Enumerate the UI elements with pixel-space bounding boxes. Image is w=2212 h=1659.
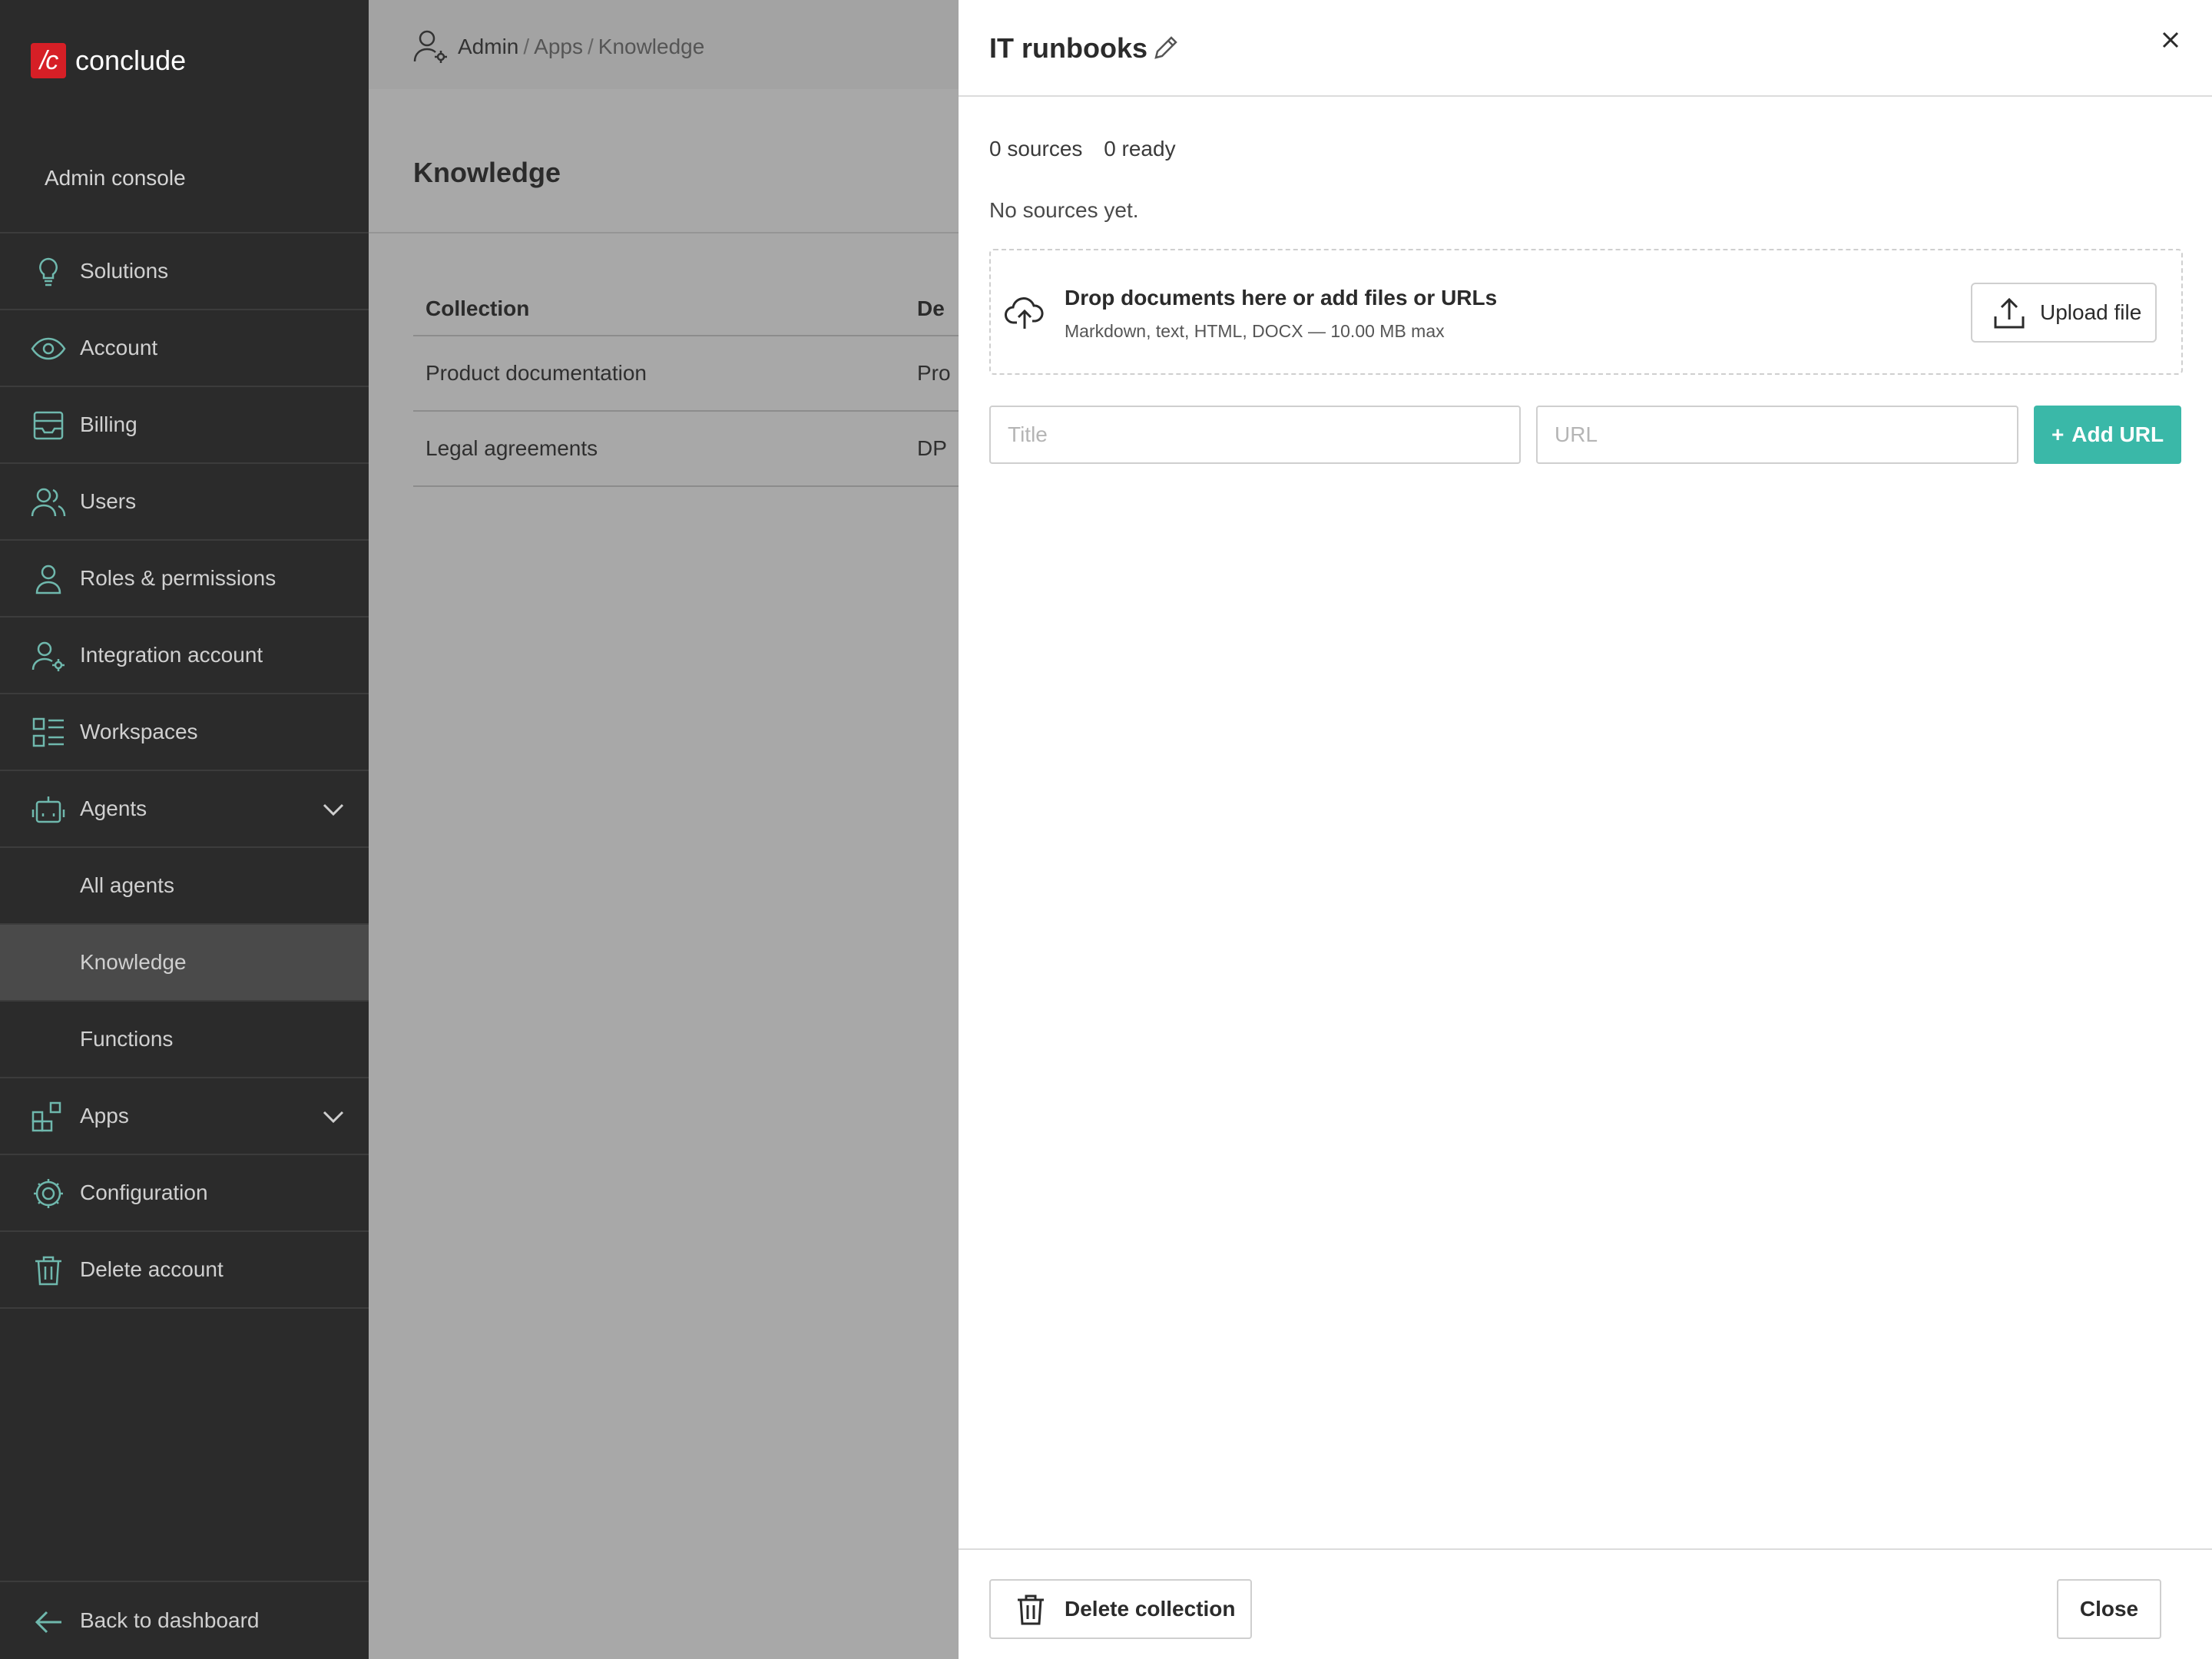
sidebar-item-label: Solutions — [80, 259, 169, 283]
upload-file-button[interactable]: Upload file — [1971, 283, 2157, 343]
breadcrumb-admin[interactable]: Admin — [458, 35, 518, 59]
lightbulb-icon — [31, 257, 66, 287]
arrow-left-icon — [34, 1607, 65, 1637]
apps-icon — [31, 1101, 66, 1132]
upload-file-label: Upload file — [2040, 300, 2142, 324]
ready-count: 0 ready — [1104, 137, 1176, 161]
users-icon — [31, 487, 66, 518]
sidebar-item-users[interactable]: Users — [0, 464, 369, 541]
source-counts: 0 sources 0 ready — [989, 137, 1176, 161]
logo[interactable]: /c conclude — [31, 43, 186, 78]
title-input[interactable] — [989, 406, 1521, 464]
table-cell-description: Pro — [917, 361, 951, 385]
breadcrumb-separator: / — [523, 35, 530, 58]
sidebar-item-label: Functions — [80, 1027, 174, 1051]
add-url-button[interactable]: + Add URL — [2034, 406, 2181, 464]
sidebar-item-account[interactable]: Account — [0, 310, 369, 387]
collection-drawer: IT runbooks 0 sources 0 ready No sources… — [959, 0, 2212, 1659]
user-gear-icon — [413, 29, 449, 65]
sidebar-item-delete-account[interactable]: Delete account — [0, 1232, 369, 1309]
empty-state-text: No sources yet. — [989, 198, 1139, 222]
sidebar-item-solutions[interactable]: Solutions — [0, 233, 369, 310]
inbox-icon — [31, 410, 66, 441]
drawer-title: IT runbooks — [989, 32, 1147, 64]
column-header-collection[interactable]: Collection — [426, 296, 529, 321]
sidebar-item-knowledge[interactable]: Knowledge — [0, 925, 369, 1002]
sidebar-item-label: Knowledge — [80, 950, 187, 974]
logo-mark: /c — [31, 43, 66, 78]
user-icon — [31, 564, 66, 594]
sidebar-item-label: Configuration — [80, 1181, 208, 1204]
delete-collection-label: Delete collection — [1065, 1597, 1236, 1621]
sidebar-item-label: Apps — [80, 1104, 129, 1128]
add-url-label: Add URL — [2071, 422, 2164, 446]
sidebar-item-label: Roles & permissions — [80, 566, 276, 590]
sidebar-item-apps[interactable]: Apps — [0, 1078, 369, 1155]
url-input[interactable] — [1536, 406, 2018, 464]
column-header-description[interactable]: De — [917, 296, 945, 321]
sidebar-item-label: Billing — [80, 412, 137, 436]
table-cell-collection: Product documentation — [426, 361, 647, 385]
sidebar-item-label: Integration account — [80, 643, 263, 667]
pencil-icon[interactable] — [1152, 34, 1180, 61]
sidebar-item-label: Workspaces — [80, 720, 198, 743]
sidebar-item-all-agents[interactable]: All agents — [0, 848, 369, 925]
sidebar-item-agents[interactable]: Agents — [0, 771, 369, 848]
breadcrumb-current: Knowledge — [598, 35, 705, 58]
sources-count: 0 sources — [989, 137, 1083, 161]
trash-icon — [1014, 1593, 1048, 1627]
page-title: Knowledge — [413, 157, 561, 188]
dropzone-subtitle: Markdown, text, HTML, DOCX — 10.00 MB ma… — [1065, 321, 1445, 341]
list-grid-icon — [31, 717, 66, 748]
sidebar-item-functions[interactable]: Functions — [0, 1002, 369, 1078]
cloud-upload-icon — [1005, 293, 1045, 333]
sidebar-item-label: Delete account — [80, 1257, 224, 1281]
drawer-footer: Delete collection Close — [959, 1548, 2212, 1659]
sidebar-item-label: Account — [80, 336, 158, 359]
sidebar-item-roles-permissions[interactable]: Roles & permissions — [0, 541, 369, 618]
upload-icon — [1992, 296, 2026, 330]
close-icon[interactable] — [2157, 26, 2184, 54]
breadcrumb: Admin / Apps / Knowledge — [413, 29, 704, 65]
back-to-dashboard-label: Back to dashboard — [80, 1608, 260, 1632]
breadcrumb-separator: / — [587, 35, 594, 58]
sidebar-item-label: Users — [80, 489, 137, 513]
sidebar-nav: Solutions Account Billing Users Roles & … — [0, 232, 369, 1309]
close-button[interactable]: Close — [2057, 1579, 2161, 1639]
sidebar: /c conclude Admin console Solutions Acco… — [0, 0, 369, 1659]
drawer-header: IT runbooks — [959, 0, 2212, 97]
sidebar-item-label: Agents — [80, 796, 147, 820]
sidebar-item-label: All agents — [80, 873, 174, 897]
user-gear-icon — [31, 641, 66, 671]
sidebar-item-workspaces[interactable]: Workspaces — [0, 694, 369, 771]
table-cell-description: DP — [917, 436, 947, 460]
table-cell-collection: Legal agreements — [426, 436, 598, 460]
breadcrumb-apps[interactable]: Apps — [534, 35, 583, 59]
robot-icon — [31, 794, 66, 825]
dropzone-title: Drop documents here or add files or URLs — [1065, 286, 1498, 310]
app-root: /c conclude Admin console Solutions Acco… — [0, 0, 2212, 1659]
trash-icon — [31, 1255, 66, 1286]
delete-collection-button[interactable]: Delete collection — [989, 1579, 1252, 1639]
sidebar-item-integration-account[interactable]: Integration account — [0, 618, 369, 694]
chevron-down-icon[interactable] — [320, 1103, 347, 1131]
plus-icon: + — [2051, 422, 2065, 446]
eye-icon — [31, 333, 66, 364]
admin-console-label: Admin console — [45, 166, 186, 190]
back-to-dashboard[interactable]: Back to dashboard — [0, 1581, 369, 1659]
file-dropzone[interactable]: Drop documents here or add files or URLs… — [989, 249, 2183, 375]
sidebar-item-billing[interactable]: Billing — [0, 387, 369, 464]
gear-icon — [31, 1178, 66, 1209]
logo-text: conclude — [75, 45, 187, 76]
sidebar-item-configuration[interactable]: Configuration — [0, 1155, 369, 1232]
chevron-down-icon[interactable] — [320, 796, 347, 823]
